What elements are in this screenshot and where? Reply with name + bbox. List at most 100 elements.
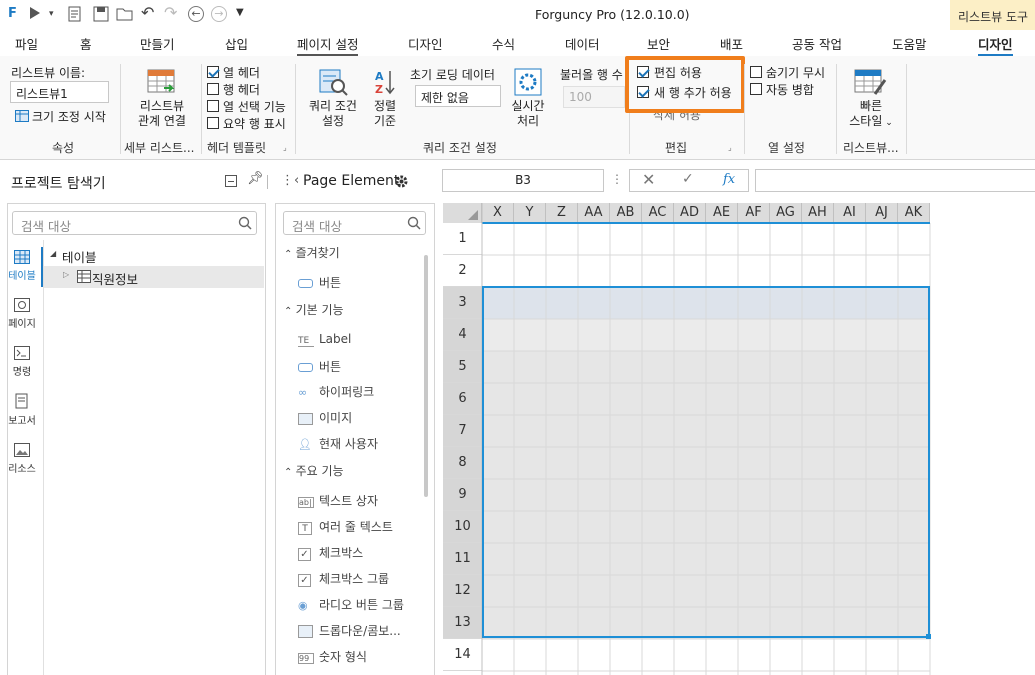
side-tab-commands[interactable]: 명령 bbox=[8, 346, 36, 378]
redo-icon[interactable]: ↷ bbox=[164, 3, 177, 22]
section-basic[interactable]: ⌃ 기본 기능 bbox=[284, 301, 344, 318]
menu-file[interactable]: 파일 bbox=[15, 34, 38, 53]
textbox-icon: ab| bbox=[298, 497, 314, 508]
listview-relation-button[interactable]: 리스트뷰 관계 연결 bbox=[130, 99, 194, 129]
dialog-launcher-icon[interactable]: ⌟ bbox=[283, 143, 287, 152]
group-label-edit: 편집 bbox=[665, 141, 688, 155]
menu-help[interactable]: 도움말 bbox=[892, 34, 927, 53]
cell-reference-box[interactable]: B3 bbox=[442, 169, 604, 192]
cancel-formula-icon[interactable]: ✕ bbox=[642, 170, 655, 189]
menu-insert[interactable]: 삽입 bbox=[225, 34, 248, 53]
realtime-process-button[interactable]: 실시간 처리 bbox=[505, 99, 551, 129]
element-button-fav[interactable]: 버튼 bbox=[298, 274, 341, 291]
menu-home[interactable]: 홈 bbox=[80, 34, 92, 53]
menu-page-setup[interactable]: 페이지 설정 bbox=[297, 34, 359, 56]
command-icon bbox=[14, 346, 30, 360]
explorer-search-placeholder: 검색 대상 bbox=[21, 219, 71, 234]
side-tab-tables[interactable]: 테이블 bbox=[8, 250, 36, 282]
chevron-up-icon: ⌃ bbox=[284, 249, 296, 260]
confirm-formula-icon[interactable]: ✓ bbox=[682, 171, 694, 187]
tree-root-tables[interactable]: 테이블 bbox=[62, 247, 97, 266]
pin-icon[interactable]: 📌︎ bbox=[247, 171, 264, 186]
element-dropdown[interactable]: 드롭다운/콤보... bbox=[298, 622, 401, 639]
element-number-format[interactable]: 99 숫자 형식 bbox=[298, 648, 367, 665]
table-icon bbox=[14, 250, 30, 264]
query-condition-button[interactable]: 쿼리 조건 설정 bbox=[303, 99, 363, 129]
back-icon[interactable]: ← bbox=[188, 6, 204, 22]
panel-scrollbar[interactable] bbox=[424, 255, 428, 497]
element-search-input[interactable]: 검색 대상 bbox=[283, 211, 426, 235]
undo-icon[interactable]: ↶ bbox=[141, 3, 154, 22]
ignore-hide-checkbox[interactable] bbox=[750, 66, 762, 78]
quick-style-icon bbox=[854, 69, 887, 95]
explorer-search-input[interactable]: 검색 대상 bbox=[12, 211, 257, 235]
tree-expand-icon[interactable]: ◢ bbox=[50, 249, 56, 258]
spreadsheet-grid[interactable]: X Y Z AA AB AC AD AE AF AG AH AI AJ AK 1 2 3 4 5 6 7 8 9 10 11 1… bbox=[443, 203, 1035, 675]
summary-row-checkbox[interactable] bbox=[207, 117, 219, 129]
menu-deploy[interactable]: 배포 bbox=[720, 34, 743, 53]
element-multiline[interactable]: T 여러 줄 텍스트 bbox=[298, 518, 393, 535]
gear-icon[interactable] bbox=[394, 174, 409, 189]
report-icon bbox=[15, 393, 28, 409]
column-header-checkbox[interactable] bbox=[207, 66, 219, 78]
initial-load-select[interactable]: 제한 없음 bbox=[415, 85, 501, 107]
element-checkbox-group[interactable]: ✓ 체크박스 그룹 bbox=[298, 570, 389, 587]
collapse-pane-icon[interactable] bbox=[225, 175, 237, 187]
listview-name-input[interactable]: 리스트뷰1 bbox=[10, 81, 109, 103]
run-dropdown-icon[interactable]: ▾ bbox=[49, 9, 54, 19]
element-button[interactable]: 버튼 bbox=[298, 358, 341, 375]
tree-item-employee-info: 직원정보 bbox=[92, 272, 139, 287]
allow-add-row-checkbox[interactable] bbox=[637, 86, 649, 98]
collapse-left-icon[interactable]: ⋮‹ bbox=[281, 173, 299, 188]
group-label-header-template: 헤더 템플릿 bbox=[207, 141, 267, 155]
section-main[interactable]: ⌃ 주요 기능 bbox=[284, 462, 344, 479]
function-icon[interactable]: fx bbox=[723, 172, 735, 187]
dialog-launcher-icon[interactable]: ⌟ bbox=[728, 143, 732, 152]
element-textbox[interactable]: ab| 텍스트 상자 bbox=[298, 492, 378, 509]
user-icon: 👤︎ bbox=[298, 438, 312, 451]
sort-criteria-button[interactable]: 정렬 기준 bbox=[365, 99, 405, 129]
auto-merge-checkbox[interactable] bbox=[750, 83, 762, 95]
listview-relation-icon bbox=[147, 69, 175, 93]
run-icon[interactable] bbox=[30, 7, 40, 19]
forward-icon[interactable]: → bbox=[211, 6, 227, 22]
element-hyperlink[interactable]: ∞ 하이퍼링크 bbox=[298, 383, 374, 400]
element-checkbox[interactable]: ✓ 체크박스 bbox=[298, 544, 363, 561]
menu-data[interactable]: 데이터 bbox=[565, 34, 600, 53]
menu-formula[interactable]: 수식 bbox=[492, 34, 515, 53]
link-icon: ∞ bbox=[298, 386, 308, 399]
load-rows-input[interactable]: 100 bbox=[563, 86, 625, 108]
menu-collaborate[interactable]: 공동 작업 bbox=[792, 34, 842, 53]
side-tab-reports[interactable]: 보고서 bbox=[8, 393, 36, 427]
customize-toolbar-icon[interactable]: ▼ bbox=[236, 7, 244, 18]
element-radio-group[interactable]: ◉ 라디오 버튼 그룹 bbox=[298, 596, 404, 613]
resize-start-button[interactable]: 크기 조정 시작 bbox=[32, 108, 106, 125]
listview-name-label: 리스트뷰 이름: bbox=[11, 66, 86, 80]
row-header-checkbox[interactable] bbox=[207, 83, 219, 95]
section-favorites[interactable]: ⌃ 즐겨찾기 bbox=[284, 244, 340, 261]
allow-edit-checkbox[interactable] bbox=[637, 66, 649, 78]
listview-range[interactable] bbox=[482, 286, 930, 638]
menu-security[interactable]: 보안 bbox=[647, 34, 670, 53]
realtime-label-line1: 실시간 bbox=[511, 99, 545, 113]
resize-handle[interactable] bbox=[926, 634, 931, 639]
save-icon[interactable] bbox=[93, 6, 109, 22]
formula-input[interactable] bbox=[755, 169, 1035, 192]
report-icon[interactable] bbox=[68, 6, 82, 22]
side-tab-resources[interactable]: 리소스 bbox=[8, 443, 36, 475]
sort-label-line1: 정렬 bbox=[373, 99, 397, 113]
open-folder-icon[interactable] bbox=[116, 6, 134, 22]
allow-add-row-label: 새 행 추가 허용 bbox=[654, 86, 732, 100]
side-tab-commands-label: 명령 bbox=[12, 367, 32, 378]
quick-style-button[interactable]: 빠른 스타일 ⌄ bbox=[843, 99, 899, 131]
menu-design[interactable]: 디자인 bbox=[408, 34, 443, 53]
menu-create[interactable]: 만들기 bbox=[140, 34, 175, 53]
tree-collapse-icon[interactable]: ▷ bbox=[63, 270, 69, 279]
menu-listview-design[interactable]: 디자인 bbox=[978, 34, 1013, 56]
element-image[interactable]: 이미지 bbox=[298, 409, 352, 426]
column-select-checkbox[interactable] bbox=[207, 100, 219, 112]
side-tab-pages[interactable]: 페이지 bbox=[8, 298, 36, 330]
element-label[interactable]: TE Label bbox=[298, 332, 351, 347]
element-current-user[interactable]: 👤︎ 현재 사용자 bbox=[298, 435, 378, 452]
tree-item-selected[interactable]: ▷ 직원정보 bbox=[44, 266, 264, 288]
